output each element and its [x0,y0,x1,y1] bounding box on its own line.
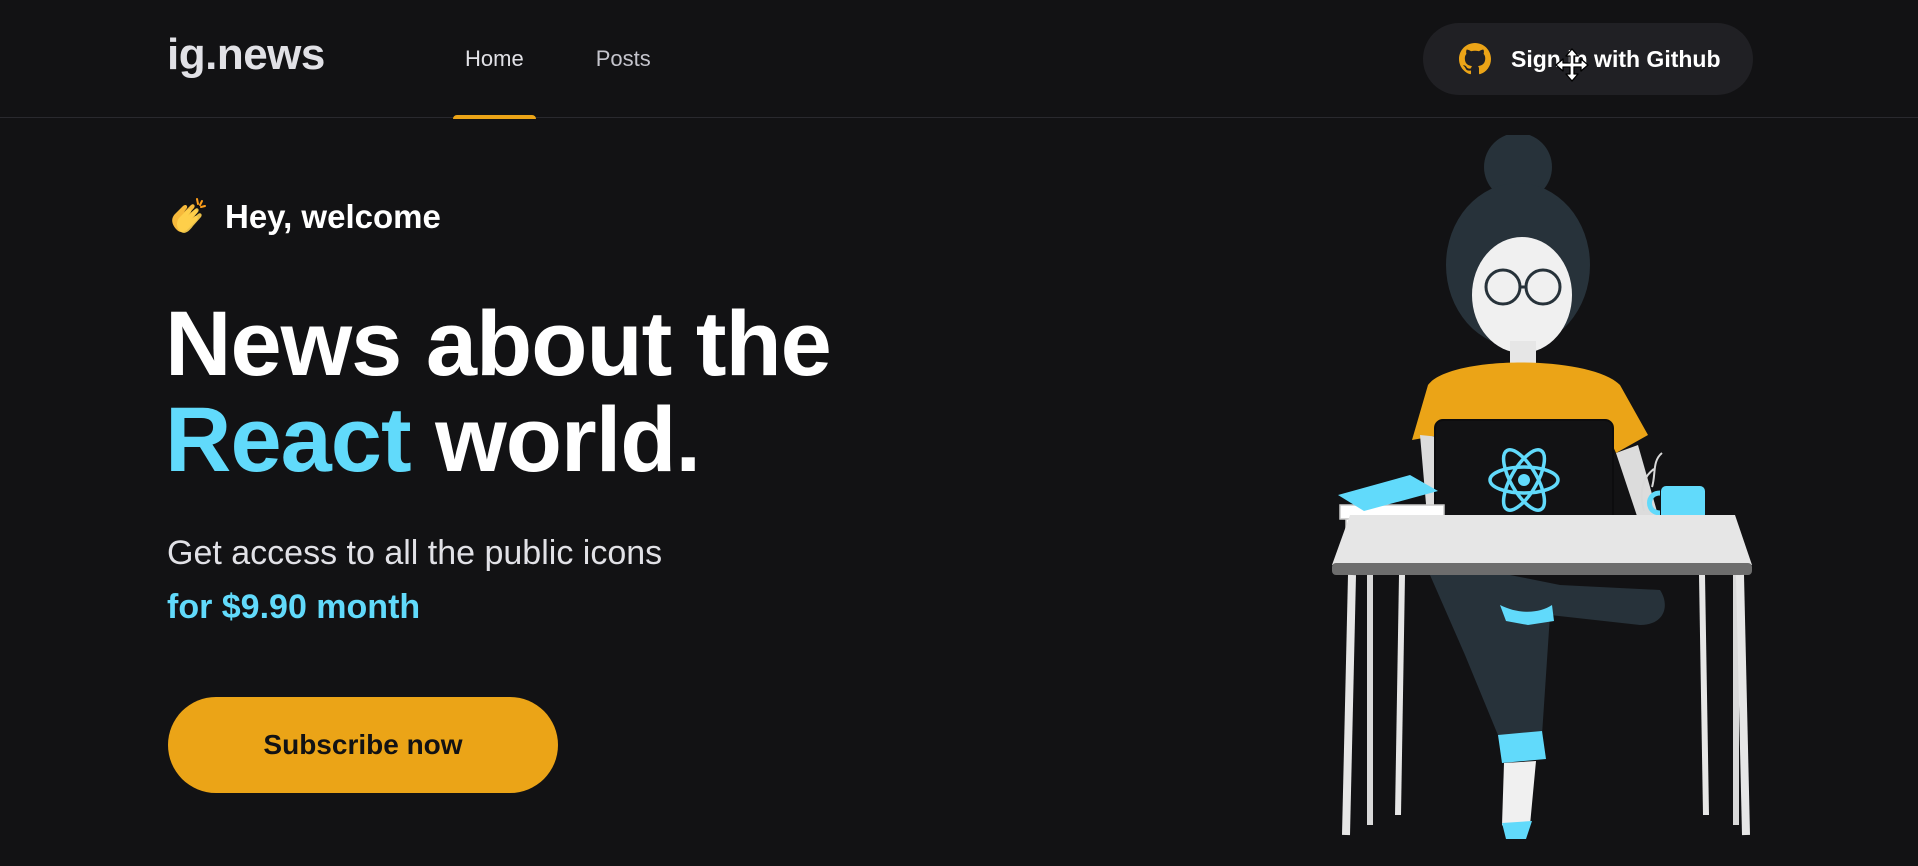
welcome-heading: Hey, welcome [167,196,441,238]
hero-illustration [1332,135,1752,839]
logo[interactable]: ig.news [167,30,325,80]
header: ig.news Home Posts Sign in with Github [0,0,1918,119]
active-nav-indicator [453,115,536,119]
price-text: for $9.90 month [167,588,421,626]
nav-home[interactable]: Home [453,0,536,119]
move-cursor-icon [1555,48,1589,82]
hero-title-accent: React [165,389,412,491]
github-icon [1459,43,1491,75]
nav-posts-label: Posts [595,46,651,71]
hero-title-line1: News about the [165,293,832,395]
nav-home-label: Home [465,46,524,71]
hero-title: News about the React world. [165,293,832,491]
welcome-text: Hey, welcome [225,198,441,235]
clapping-hands-icon [172,198,206,233]
page: ig.news Home Posts Sign in with Github H… [0,0,1918,866]
hero-subtitle: Get access to all the public icons [167,534,663,572]
subscribe-button[interactable]: Subscribe now [168,697,558,793]
sign-in-label: Sign in with Github [1511,45,1721,72]
hero-title-rest: world. [435,389,701,491]
nav-posts[interactable]: Posts [584,0,663,118]
main-nav: Home Posts [453,0,663,119]
